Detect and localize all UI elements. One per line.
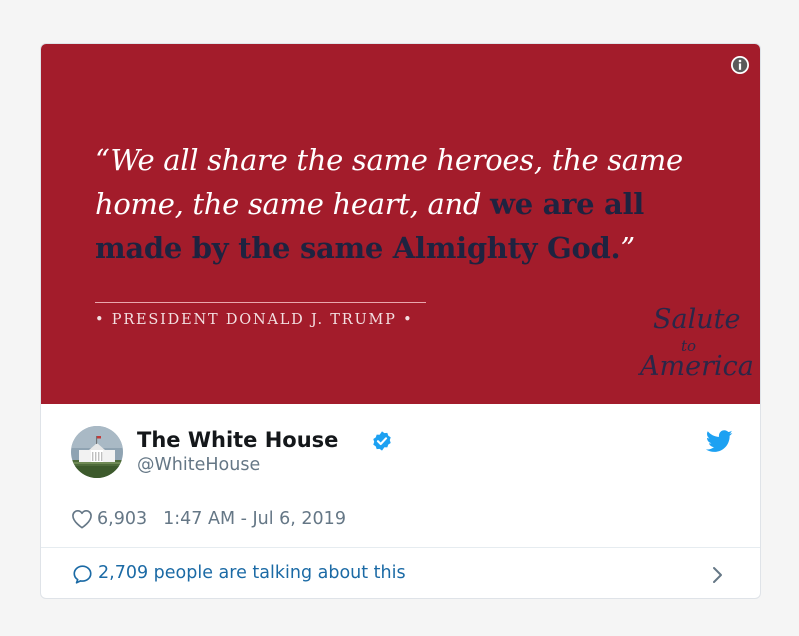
quote-divider (95, 302, 426, 303)
heart-icon[interactable] (71, 509, 93, 529)
quote-attribution: • PRESIDENT DONALD J. TRUMP • (95, 312, 414, 328)
tweet-meta: 6,903 1:47 AM - Jul 6, 2019 (71, 504, 346, 534)
tweet-author: The White House @WhiteHouse (41, 404, 760, 504)
tweet-timestamp[interactable]: 1:47 AM - Jul 6, 2019 (163, 509, 346, 529)
speech-bubble-icon (73, 565, 92, 584)
tweet-media-image[interactable]: “We all share the same heroes, the same … (41, 44, 760, 404)
conversation-count-text[interactable]: 2,709 people are talking about this (98, 563, 406, 583)
twitter-bird-icon[interactable] (706, 430, 733, 453)
author-handle[interactable]: @WhiteHouse (137, 455, 260, 475)
logo-line-salute: Salute (653, 304, 741, 335)
quote-text: “We all share the same heroes, the same … (95, 138, 735, 270)
info-icon[interactable] (730, 55, 750, 75)
verified-badge-icon (373, 431, 391, 451)
logo-line-america: America (640, 351, 754, 382)
tweet-embed-card[interactable]: “We all share the same heroes, the same … (40, 43, 761, 599)
salute-to-america-logo: Salute to America (637, 304, 754, 394)
white-house-avatar[interactable] (71, 426, 123, 478)
conversation-link[interactable]: 2,709 people are talking about this (41, 548, 760, 598)
like-count[interactable]: 6,903 (97, 509, 147, 529)
chevron-right-icon[interactable] (711, 565, 725, 585)
author-display-name[interactable]: The White House (137, 428, 338, 452)
quote-close-mark: ” (620, 231, 635, 265)
